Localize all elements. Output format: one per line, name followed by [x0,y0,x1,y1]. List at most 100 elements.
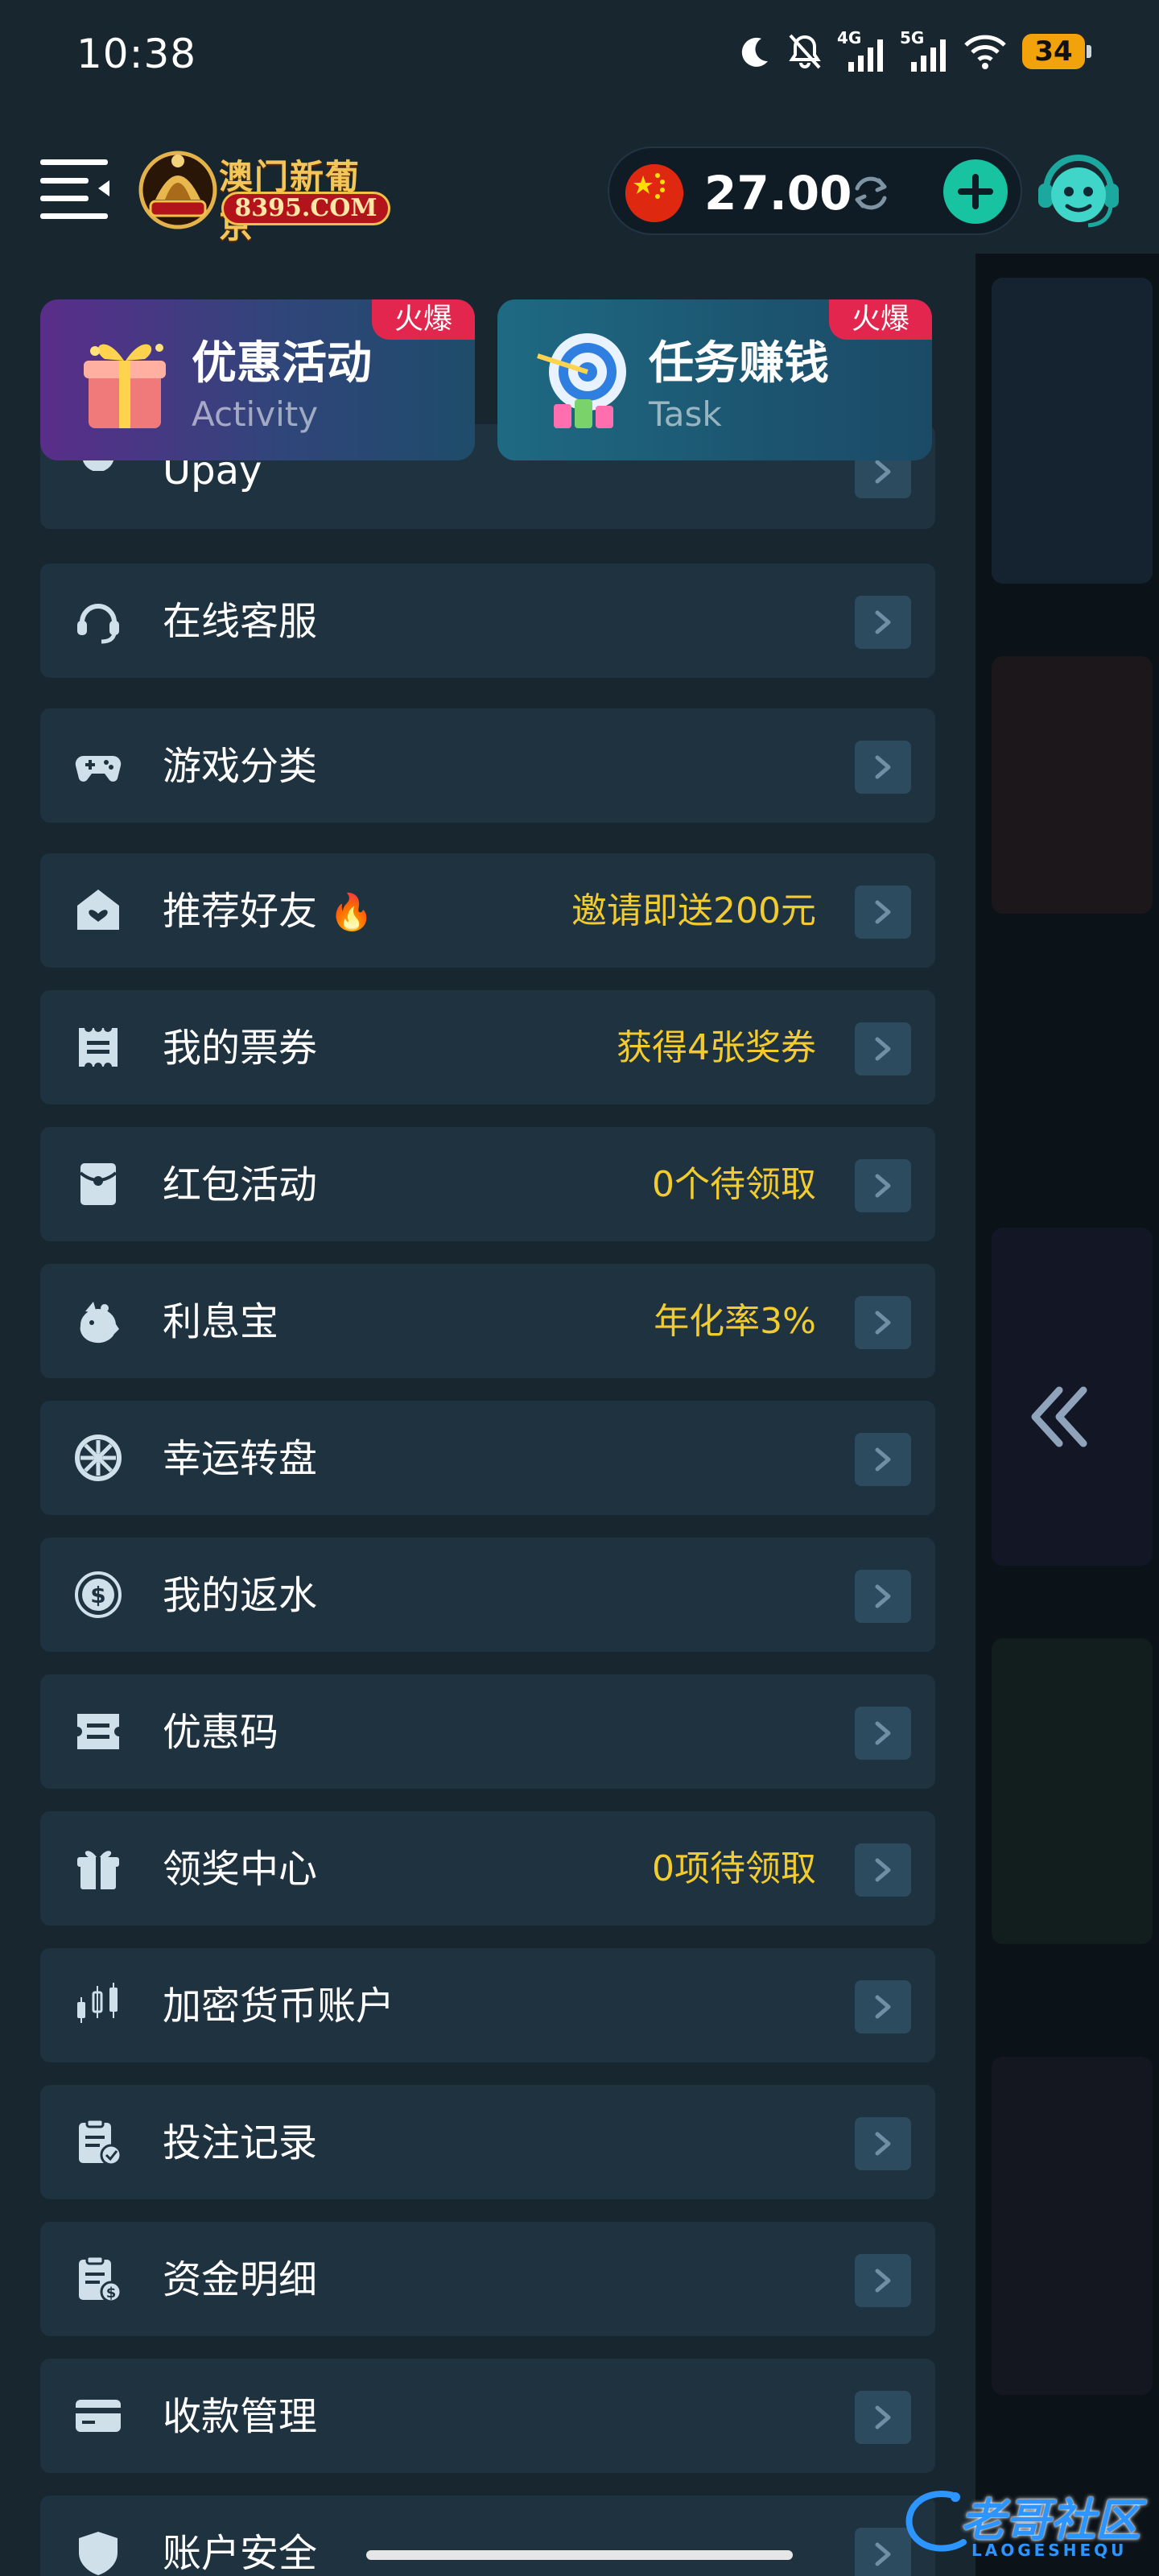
chevron-right-icon [875,1037,891,1061]
background-game-tile [992,656,1153,914]
chevron-right-button[interactable] [855,1980,911,2033]
watermark-subtext: LAOGESHEQU [971,2541,1128,2560]
moon-icon [741,37,768,67]
menu-toggle-button[interactable] [40,156,113,221]
double-chevron-left-icon [1031,1386,1087,1447]
menu-item-my-tickets[interactable]: 我的票券 获得4张奖券 [40,990,935,1104]
funds-detail-icon: $ [79,2255,122,2303]
background-game-tile [992,2057,1153,2395]
menu-item-game-categories[interactable]: 游戏分类 [40,708,935,823]
chevron-right-button[interactable] [855,1022,911,1075]
menu-item-crypto-account[interactable]: 加密货币账户 [40,1948,935,2062]
chevron-right-button[interactable] [855,1570,911,1623]
chevron-right-icon [875,1447,891,1472]
signal-bars-icon [911,39,946,72]
piggy-icon [80,1302,119,1344]
support-agent-icon [1038,155,1119,228]
chevron-right-icon [875,1858,891,1882]
svg-text:$: $ [90,1582,105,1608]
status-bar: 10:38 4G 5G 34 [0,0,1159,105]
logo-domain: 8395.COM [221,192,390,225]
chevron-right-button[interactable] [855,886,911,939]
menu-item-extra: 0项待领取 [652,1848,816,1889]
chevron-right-button[interactable] [855,1707,911,1760]
chevron-right-icon [875,2132,891,2156]
side-menu-panel: 优惠活动 Activity 火爆 任务赚钱 Task 火爆 Upay 在线客服 … [0,254,975,2576]
menu-item-label: 加密货币账户 [163,1984,395,2029]
menu-item-bet-records[interactable]: 投注记录 [40,2085,935,2199]
hot-badge: 火爆 [829,299,932,340]
chevron-right-button[interactable] [855,2254,911,2307]
background-game-tile [992,278,1153,584]
chevron-right-icon [875,1995,891,2019]
chevron-right-icon [875,610,891,634]
app-root: 10:38 4G 5G 34 澳门新葡京 8395.COM 27.00 优惠活动… [0,0,1159,2576]
plus-icon [958,174,993,209]
bet-record-icon [79,2118,122,2166]
menu-item-red-envelope[interactable]: 红包活动 0个待领取 [40,1127,935,1241]
menu-item-lucky-wheel[interactable]: 幸运转盘 [40,1401,935,1515]
chevron-right-icon [875,1721,891,1745]
menu-item-reward-center[interactable]: 领奖中心 0项待领取 [40,1811,935,1926]
menu-item-extra: 获得4张奖券 [617,1027,816,1068]
menu-item-label: 我的票券 [163,1026,318,1071]
menu-item-promo-code[interactable]: 优惠码 [40,1674,935,1789]
deposit-add-button[interactable] [943,159,1008,224]
svg-text:$: $ [106,2285,117,2301]
collapse-menu-button[interactable] [1016,1373,1104,1461]
menu-item-label: 利息宝 [163,1299,279,1344]
battery-indicator: 34 [1022,34,1091,69]
signal-5g: 5G [900,28,948,72]
ticket-icon [79,1024,118,1071]
chevron-right-button[interactable] [855,2117,911,2170]
chevron-right-button[interactable] [855,1296,911,1349]
bell-muted-icon [789,34,821,69]
hot-badge: 火爆 [372,299,475,340]
menu-item-payment-management[interactable]: 收款管理 [40,2359,935,2473]
menu-item-refer-friends[interactable]: 推荐好友 🔥 邀请即送200元 [40,853,935,968]
gift-box-icon [84,344,166,428]
shield-icon [79,2532,118,2575]
menu-item-label: 优惠码 [163,1710,279,1755]
chevron-right-button[interactable] [855,741,911,794]
promo-title: 优惠活动 [192,337,372,390]
balance-amount: 27.00 [704,166,852,221]
status-time: 10:38 [76,31,197,77]
wheel-icon [75,1435,122,1481]
menu-item-label: 在线客服 [163,599,318,644]
referral-icon [77,890,119,930]
menu-item-label: 游戏分类 [163,744,318,789]
signal-bars-icon [848,39,883,72]
gift-icon [77,1851,119,1889]
promo-activity-card[interactable]: 优惠活动 Activity 火爆 [40,299,475,460]
menu-item-label: 推荐好友 🔥 [163,889,373,935]
promo-title: 任务赚钱 [649,337,829,390]
menu-item-label: 资金明细 [163,2257,318,2302]
refresh-icon [855,176,887,210]
menu-item-account-security[interactable]: 账户安全 [40,2496,935,2576]
promo-task-card[interactable]: 任务赚钱 Task 火爆 [497,299,932,460]
chevron-right-icon [875,1584,891,1608]
menu-item-online-support[interactable]: 在线客服 [40,564,935,678]
customer-support-button[interactable] [1032,145,1124,237]
crypto-chart-icon [77,1983,118,2023]
menu-item-funds-detail[interactable]: $ 资金明细 [40,2222,935,2336]
gamepad-icon [75,755,122,782]
chevron-right-button[interactable] [855,596,911,649]
menu-item-my-rebate[interactable]: $ 我的返水 [40,1538,935,1652]
chevron-right-button[interactable] [855,2391,911,2444]
coupon-code-icon [77,1714,119,1749]
menu-item-interest-treasure[interactable]: 利息宝 年化率3% [40,1264,935,1378]
chevron-right-icon [875,900,891,924]
background-dim-overlay[interactable] [975,254,1159,2576]
menu-item-label: 幸运转盘 [163,1436,318,1481]
home-indicator[interactable] [366,2550,793,2560]
chevron-right-icon [875,460,891,484]
china-flag-icon [625,164,683,222]
refresh-balance-button[interactable] [847,169,895,217]
chevron-right-button[interactable] [855,1433,911,1486]
chevron-right-button[interactable] [855,1843,911,1897]
chevron-right-icon [875,2542,891,2566]
chevron-right-button[interactable] [855,1159,911,1212]
target-icon [537,333,626,428]
